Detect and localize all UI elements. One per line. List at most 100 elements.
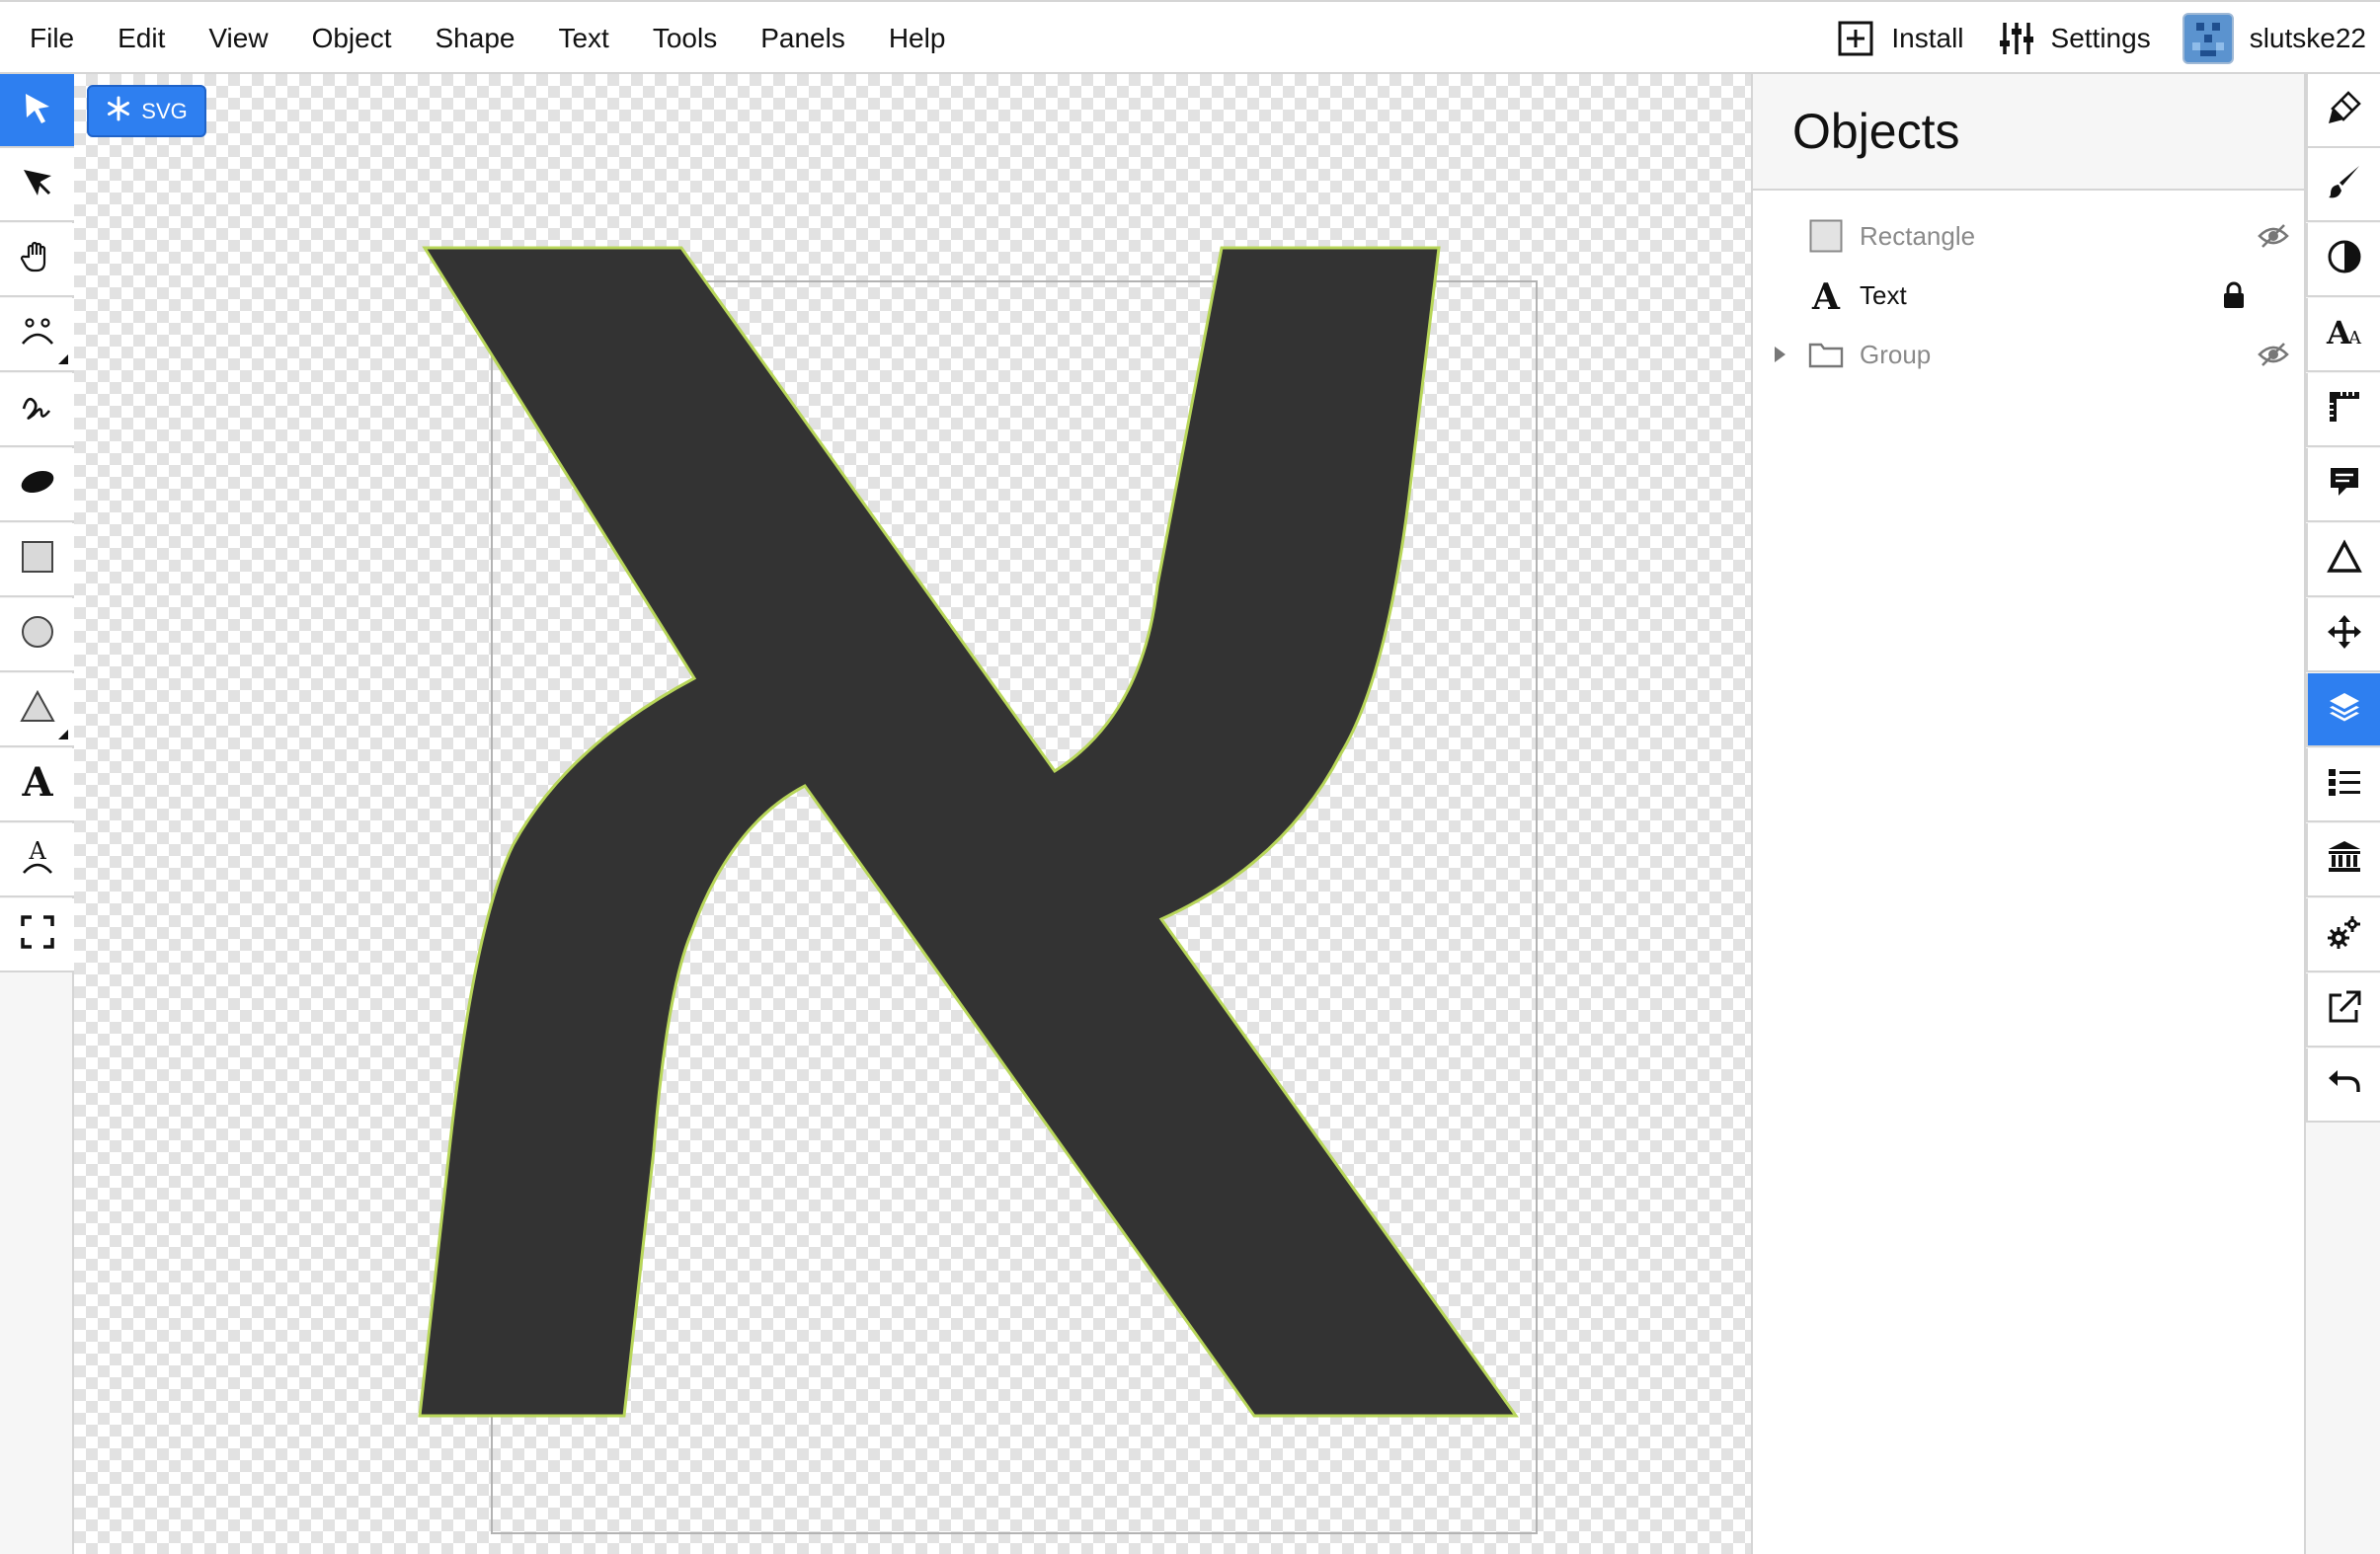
menu-right-actions: Install Settings slutske22: [1838, 2, 2380, 74]
eye-slash-icon[interactable]: [2249, 325, 2298, 384]
undo-icon: [2327, 1064, 2362, 1105]
triangle-icon: [19, 689, 55, 730]
folder-icon: [1806, 325, 1846, 384]
menu-object[interactable]: Object: [290, 2, 414, 74]
brush-tool[interactable]: [2306, 148, 2380, 222]
left-toolbar: A A: [0, 74, 74, 1554]
eye-slash-icon[interactable]: [2249, 206, 2298, 266]
svg-text:A: A: [28, 837, 46, 865]
settings-button[interactable]: Settings: [1999, 2, 2151, 74]
main-menu: File Edit View Object Shape Text Tools P…: [0, 2, 967, 74]
object-label: Text: [1860, 279, 1907, 310]
object-row-group[interactable]: Group: [1753, 325, 2304, 384]
paint-brush-icon: [2327, 90, 2362, 130]
triangle-tool[interactable]: [0, 673, 74, 747]
text-on-path-icon: A: [20, 837, 55, 882]
username: slutske22: [2249, 22, 2366, 53]
fullscreen-tool[interactable]: [0, 898, 74, 972]
arrow-cursor-icon: [20, 90, 55, 130]
hand-tool[interactable]: [0, 223, 74, 297]
menu-tools[interactable]: Tools: [631, 2, 739, 74]
text-icon: A: [1806, 266, 1846, 325]
svg-badge-button[interactable]: SVG: [87, 85, 206, 137]
menu-text[interactable]: Text: [536, 2, 630, 74]
objects-panel: Objects Rectangle A Text Group: [1751, 74, 2306, 1554]
install-label: Install: [1891, 22, 1964, 53]
contrast-tool[interactable]: [2306, 223, 2380, 297]
filled-ellipse-icon: [18, 464, 57, 505]
objects-panel-title: Objects: [1792, 104, 1960, 159]
svg-badge-label: SVG: [141, 98, 188, 123]
text-a-icon: A: [20, 759, 55, 807]
plugins-tool[interactable]: [2306, 898, 2380, 972]
svg-text:A: A: [21, 762, 53, 802]
library-tool[interactable]: [2306, 823, 2380, 897]
ellipse-brush-tool[interactable]: [0, 448, 74, 522]
half-circle-icon: [2327, 239, 2362, 279]
bank-building-icon: [2327, 839, 2362, 880]
node-select-tool[interactable]: [0, 148, 74, 222]
object-row-text[interactable]: A Text: [1753, 266, 2304, 325]
gears-icon: [2327, 914, 2362, 955]
avatar: [2182, 12, 2234, 64]
sliders-icon: [1999, 21, 2033, 56]
freehand-tool[interactable]: [0, 373, 74, 447]
svg-text:A: A: [2347, 328, 2362, 349]
paint-tool[interactable]: [2306, 74, 2380, 148]
layers-tool[interactable]: [2306, 673, 2380, 747]
rectangle-icon: [20, 539, 55, 580]
object-label: Rectangle: [1860, 220, 1976, 251]
kappa-shape[interactable]: [74, 74, 1751, 1554]
text-on-path-tool[interactable]: A: [0, 823, 74, 897]
ruler-tool[interactable]: [2306, 373, 2380, 447]
circle-icon: [20, 614, 55, 655]
select-tool[interactable]: [0, 74, 74, 148]
circle-tool[interactable]: [0, 598, 74, 672]
menu-shape[interactable]: Shape: [414, 2, 537, 74]
submenu-indicator-icon: [58, 354, 68, 364]
lock-icon[interactable]: [2209, 266, 2259, 325]
menu-help[interactable]: Help: [867, 2, 968, 74]
layers-icon: [2327, 689, 2362, 730]
delta-icon: [2326, 539, 2362, 580]
text-tool[interactable]: A: [0, 748, 74, 822]
hand-icon: [20, 239, 55, 279]
list-tool[interactable]: [2306, 748, 2380, 822]
menu-view[interactable]: View: [187, 2, 289, 74]
squiggle-icon: [20, 389, 55, 429]
pointer-icon: [20, 164, 55, 204]
svg-text:A: A: [1811, 277, 1841, 313]
canvas[interactable]: [74, 74, 1751, 1554]
menu-edit[interactable]: Edit: [96, 2, 187, 74]
delta-tool[interactable]: [2306, 523, 2380, 597]
undo-tool[interactable]: [2306, 1049, 2380, 1123]
user-menu[interactable]: slutske22: [2182, 2, 2366, 74]
object-row-rectangle[interactable]: Rectangle: [1753, 206, 2304, 266]
move-tool[interactable]: [2306, 598, 2380, 672]
face-tool[interactable]: [0, 298, 74, 372]
submenu-indicator-icon: [58, 730, 68, 739]
expand-corners-icon: [20, 915, 54, 954]
face-icon: [19, 314, 56, 354]
comment-tool[interactable]: [2306, 448, 2380, 522]
menu-file[interactable]: File: [0, 2, 96, 74]
asterisk-icon: [106, 96, 131, 127]
ruler-icon: [2327, 389, 2362, 429]
export-tool[interactable]: [2306, 973, 2380, 1048]
list-icon: [2327, 764, 2362, 805]
expand-arrow-icon[interactable]: [1773, 325, 1796, 384]
rectangle-icon: [1806, 206, 1846, 266]
install-button[interactable]: Install: [1838, 2, 1964, 74]
menu-panels[interactable]: Panels: [739, 2, 867, 74]
speech-bubble-icon: [2327, 464, 2362, 505]
plus-square-icon: [1838, 21, 1873, 56]
right-toolbar: AA: [2306, 74, 2380, 1554]
rectangle-tool[interactable]: [0, 523, 74, 597]
menu-bar: File Edit View Object Shape Text Tools P…: [0, 0, 2380, 74]
font-tool[interactable]: AA: [2306, 298, 2380, 372]
external-link-icon: [2327, 989, 2362, 1030]
brush-icon: [2327, 164, 2362, 204]
font-size-icon: AA: [2325, 314, 2364, 354]
settings-label: Settings: [2050, 22, 2151, 53]
object-label: Group: [1860, 339, 1932, 369]
